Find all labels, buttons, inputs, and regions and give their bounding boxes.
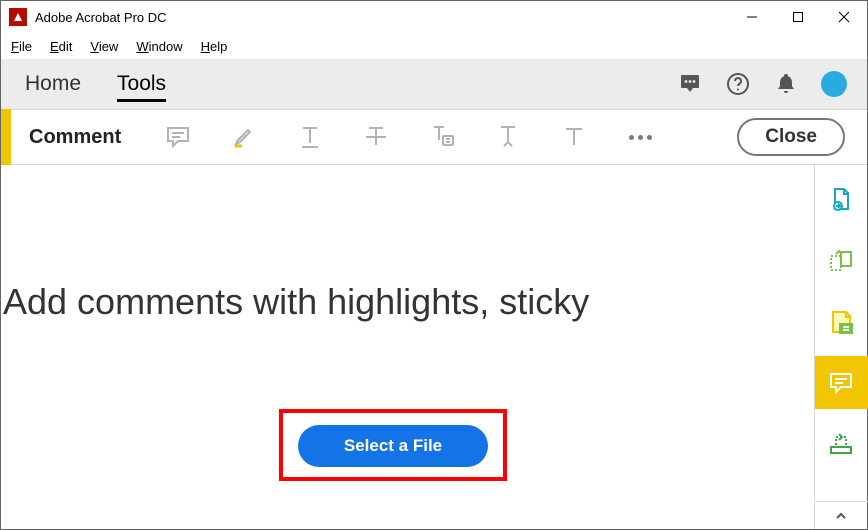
minimize-button[interactable] bbox=[729, 1, 775, 33]
help-icon[interactable] bbox=[725, 71, 751, 97]
app-window: Adobe Acrobat Pro DC File Edit View Wind… bbox=[0, 0, 868, 530]
notifications-icon[interactable] bbox=[677, 71, 703, 97]
sidebar-comment-icon[interactable] bbox=[815, 356, 868, 409]
sticky-note-icon[interactable] bbox=[163, 122, 193, 152]
main-pane: Add comments with highlights, sticky Sel… bbox=[1, 165, 814, 529]
strikethrough-text-icon[interactable] bbox=[361, 122, 391, 152]
maximize-button[interactable] bbox=[775, 1, 821, 33]
menubar: File Edit View Window Help bbox=[1, 33, 867, 59]
titlebar: Adobe Acrobat Pro DC bbox=[1, 1, 867, 33]
headline-text: Add comments with highlights, sticky bbox=[3, 281, 589, 323]
toolbar-accent-stripe bbox=[1, 109, 11, 165]
account-avatar[interactable] bbox=[821, 71, 847, 97]
more-tools-icon[interactable] bbox=[625, 135, 655, 140]
bell-icon[interactable] bbox=[773, 71, 799, 97]
window-title: Adobe Acrobat Pro DC bbox=[35, 10, 167, 25]
menu-edit[interactable]: Edit bbox=[50, 39, 72, 54]
sidebar-stamp-icon[interactable] bbox=[815, 417, 868, 470]
menu-window[interactable]: Window bbox=[136, 39, 182, 54]
menu-help[interactable]: Help bbox=[201, 39, 228, 54]
tab-home[interactable]: Home bbox=[25, 59, 81, 109]
acrobat-app-icon bbox=[9, 8, 27, 26]
content-area: Add comments with highlights, sticky Sel… bbox=[1, 165, 867, 529]
comment-toolbar: Comment Close bbox=[1, 109, 867, 165]
underline-text-icon[interactable] bbox=[295, 122, 325, 152]
text-callout-icon[interactable] bbox=[427, 122, 457, 152]
close-button[interactable]: Close bbox=[737, 118, 845, 156]
right-tools-sidebar bbox=[814, 165, 867, 529]
menu-file[interactable]: File bbox=[11, 39, 32, 54]
sidebar-collapse-icon[interactable] bbox=[815, 501, 868, 529]
menu-view[interactable]: View bbox=[90, 39, 118, 54]
close-window-button[interactable] bbox=[821, 1, 867, 33]
add-text-icon[interactable] bbox=[559, 122, 589, 152]
nav-tabs: Home Tools bbox=[1, 59, 867, 109]
toolbar-title: Comment bbox=[29, 126, 121, 149]
tab-tools[interactable]: Tools bbox=[117, 59, 166, 109]
text-replace-icon[interactable] bbox=[493, 122, 523, 152]
sidebar-export-pdf-icon[interactable] bbox=[815, 173, 868, 226]
highlighter-icon[interactable] bbox=[229, 122, 259, 152]
select-file-button[interactable]: Select a File bbox=[298, 425, 488, 467]
sidebar-organize-pages-icon[interactable] bbox=[815, 234, 868, 287]
sidebar-fill-sign-icon[interactable] bbox=[815, 295, 868, 348]
